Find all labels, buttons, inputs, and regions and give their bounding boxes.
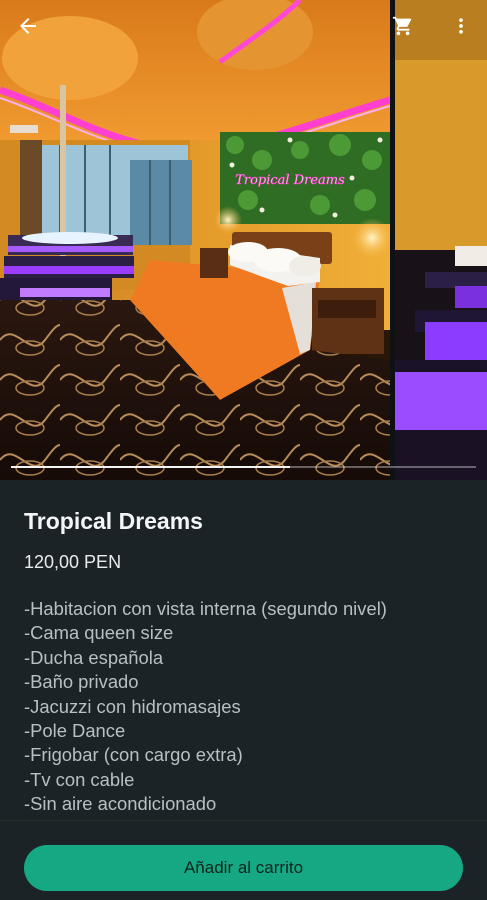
feature-list: -Habitacion con vista interna (segundo n…	[24, 597, 387, 817]
feature-item: -Tv con cable	[24, 768, 135, 790]
gallery-scroll-indicator-fill	[11, 466, 290, 468]
product-details: Tropical Dreams 120,00 PEN -Habitacion c…	[0, 480, 487, 820]
product-price: 120,00 PEN	[24, 552, 122, 572]
feature-item: -Cama queen size	[24, 622, 174, 644]
top-app-bar	[0, 0, 487, 52]
footer-divider	[0, 820, 487, 821]
feature-item: -Pole Dance	[24, 720, 126, 742]
room-photo-next[interactable]	[395, 0, 487, 480]
add-to-cart-button[interactable]: Añadir al carrito	[24, 845, 463, 891]
cart-button[interactable]	[386, 6, 420, 46]
feature-item: -Habitacion con vista interna (segundo n…	[24, 598, 387, 619]
gallery-scroll-indicator	[11, 466, 476, 468]
feature-item: -Jacuzzi con hidromasajes	[24, 695, 241, 717]
room-photo[interactable]: Tropical Dreams	[0, 0, 390, 480]
arrow-left-icon	[20, 18, 36, 34]
feature-item: -Sin aire acondicionado	[24, 793, 217, 815]
product-title: Tropical Dreams	[24, 508, 203, 534]
photo-gallery[interactable]: Tropical Dreams	[0, 0, 487, 480]
more-vert-icon	[459, 18, 463, 34]
back-button[interactable]	[8, 6, 48, 46]
feature-item: -Baño privado	[24, 671, 139, 693]
neon-sign: Tropical Dreams	[235, 173, 345, 188]
feature-item: -Ducha española	[24, 646, 164, 668]
more-options-button[interactable]	[446, 6, 476, 46]
feature-item: -Frigobar (con cargo extra)	[24, 744, 243, 766]
cart-icon	[392, 16, 412, 36]
